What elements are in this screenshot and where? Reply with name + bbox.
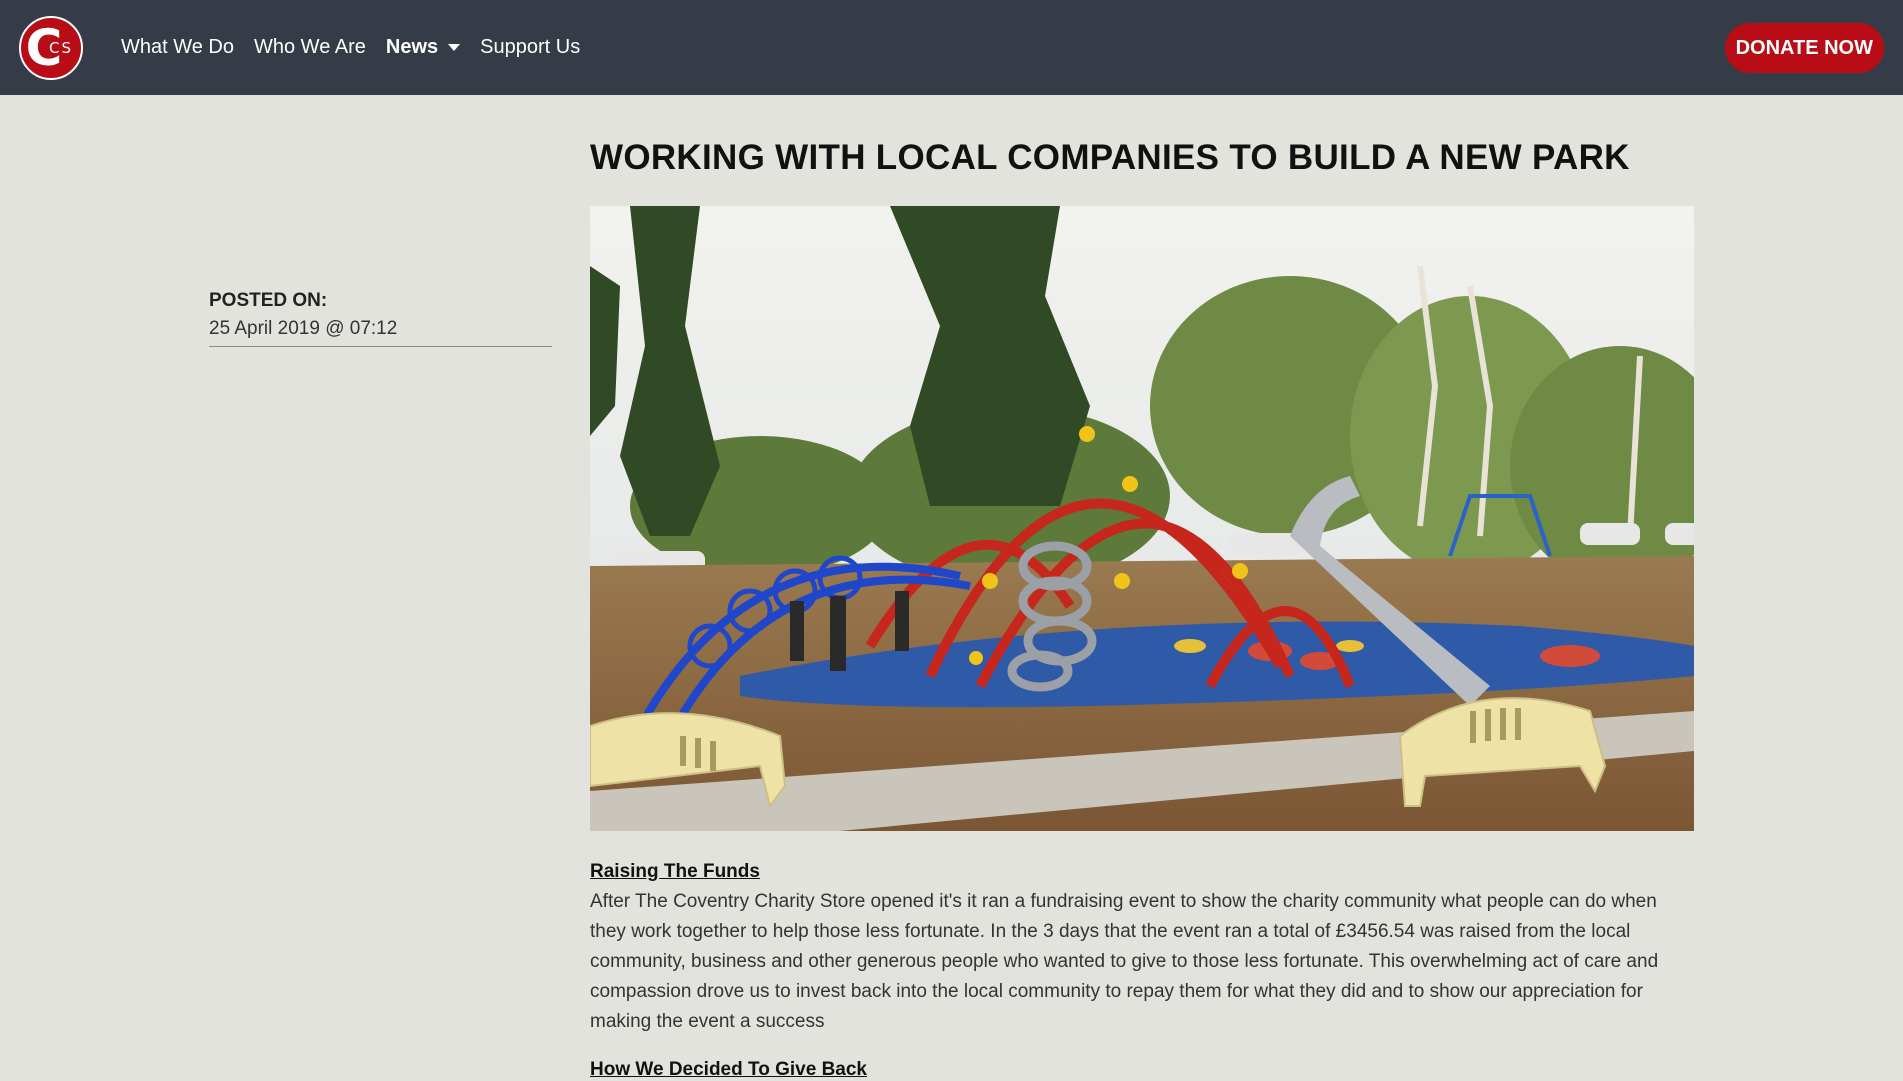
post-meta: POSTED ON: 25 April 2019 @ 07:12 xyxy=(209,290,552,347)
section-heading-give-back: How We Decided To Give Back xyxy=(590,1059,867,1080)
section-body-raising-funds: After The Coventry Charity Store opened … xyxy=(590,891,1659,1032)
site-logo[interactable]: C CS xyxy=(19,15,83,80)
posted-date: 25 April 2019 @ 07:12 xyxy=(209,318,398,339)
nav-links: What We Do Who We Are News Support Us xyxy=(111,36,590,59)
article: WORKING WITH LOCAL COMPANIES TO BUILD A … xyxy=(590,138,1694,1081)
posted-label: POSTED ON: xyxy=(209,290,328,311)
donate-button[interactable]: DONATE NOW xyxy=(1724,23,1884,73)
article-title: WORKING WITH LOCAL COMPANIES TO BUILD A … xyxy=(590,138,1630,177)
logo-initials: CS xyxy=(49,38,73,57)
nav-what-we-do[interactable]: What We Do xyxy=(111,36,244,59)
caret-down-icon xyxy=(448,44,461,51)
top-navbar: C CS What We Do Who We Are News Support … xyxy=(0,0,1903,95)
nav-news-dropdown[interactable]: News xyxy=(376,36,470,59)
nav-news-label: News xyxy=(385,36,439,58)
nav-support-us[interactable]: Support Us xyxy=(470,36,590,59)
nav-who-we-are[interactable]: Who We Are xyxy=(244,36,376,59)
playground-photo xyxy=(590,206,1694,831)
section-heading-raising-funds: Raising The Funds xyxy=(590,861,760,882)
